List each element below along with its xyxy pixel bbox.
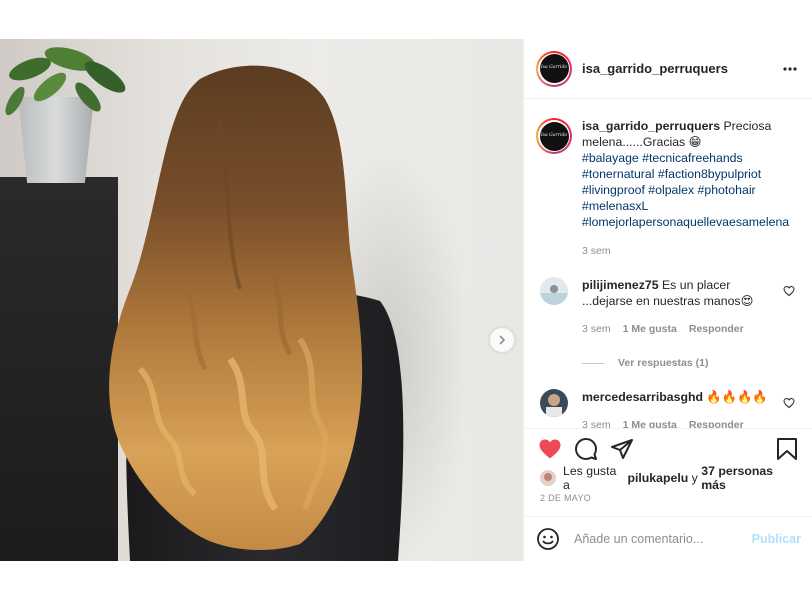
hashtag-line[interactable]: #balayage #tecnicafreehands [582,150,797,166]
publish-button[interactable]: Publicar [752,532,801,546]
comment-input[interactable] [574,532,752,546]
share-button[interactable] [610,437,634,461]
more-horizontal-icon [783,66,797,71]
heart-outline-icon[interactable] [783,285,795,297]
hashtag-line[interactable]: #livingproof #olpalex #photohair [582,182,797,198]
heart-outline-icon[interactable] [783,397,795,409]
reply-button[interactable]: Responder [689,321,744,337]
post-side-panel: Isa Garrido isa_garrido_perruquers Isa G… [523,39,812,561]
comment-username[interactable]: mercedesarribasghd [582,390,703,404]
avatar[interactable]: Isa Garrido [536,50,572,87]
share-icon [611,439,633,459]
caption: Isa Garrido isa_garrido_perruquers Preci… [524,100,812,259]
hair-photo [109,65,404,561]
comment-likes[interactable]: 1 Me gusta [623,417,677,428]
likes-count[interactable]: 37 personas más [701,464,797,492]
action-bar [524,429,812,469]
hashtag-line[interactable]: #tonernatural #faction8bypulpriot [582,166,797,182]
emoji-icon[interactable] [536,527,560,551]
chevron-right-icon [499,335,506,345]
comment-icon [575,438,597,460]
post-actions-area: Les gusta a pilukapelu y 37 personas más… [524,428,812,516]
hashtag-line[interactable]: #lomejorlapersonaquellevaesamelena [582,214,797,230]
comment-avatar[interactable] [540,389,568,417]
hashtag-line[interactable]: #melenasxL [582,198,797,214]
comment-likes[interactable]: 1 Me gusta [623,321,677,337]
view-replies-label: Ver respuestas (1) [618,357,709,369]
comment-username[interactable]: pilijimenez75 [582,278,659,292]
like-button[interactable] [538,437,562,461]
likes-prefix: Les gusta a [563,464,617,492]
post-media[interactable] [0,39,523,561]
comment-time[interactable]: 3 sem [582,417,611,428]
caption-username[interactable]: isa_garrido_perruquers [582,119,720,133]
comment-time[interactable]: 3 sem [582,321,611,337]
comment-item: mercedesarribasghd 🔥🔥🔥🔥 3 sem 1 Me gusta… [524,389,812,428]
add-comment-bar: Publicar [524,516,812,561]
view-replies-button[interactable]: Ver respuestas (1) [582,357,812,369]
comment-item: pilijimenez75 Es un placer ...dejarse en… [524,277,812,337]
likes-connector: y [691,471,698,485]
reply-button[interactable]: Responder [689,417,744,428]
header-username[interactable]: isa_garrido_perruquers [582,61,780,76]
post-header: Isa Garrido isa_garrido_perruquers [524,39,812,99]
liker-avatar[interactable] [540,470,556,486]
logo-text: Isa Garrido [540,132,568,138]
comments-list[interactable]: Isa Garrido isa_garrido_perruquers Preci… [524,100,812,428]
more-options-button[interactable] [780,59,800,79]
carousel-next-button[interactable] [490,328,514,352]
caption-avatar[interactable]: Isa Garrido [536,118,572,154]
save-button[interactable] [775,437,799,461]
logo-text: Isa Garrido [540,65,568,71]
comment-button[interactable] [574,437,598,461]
heart-filled-icon [539,439,561,459]
bookmark-icon [777,438,797,460]
comment-avatar[interactable] [540,277,568,305]
comment-text: 🔥🔥🔥🔥 [706,390,768,404]
replies-divider [582,362,604,364]
caption-time[interactable]: 3 sem [582,243,797,259]
liker-username[interactable]: pilukapelu [627,471,688,485]
likes-summary: Les gusta a pilukapelu y 37 personas más [524,464,812,492]
